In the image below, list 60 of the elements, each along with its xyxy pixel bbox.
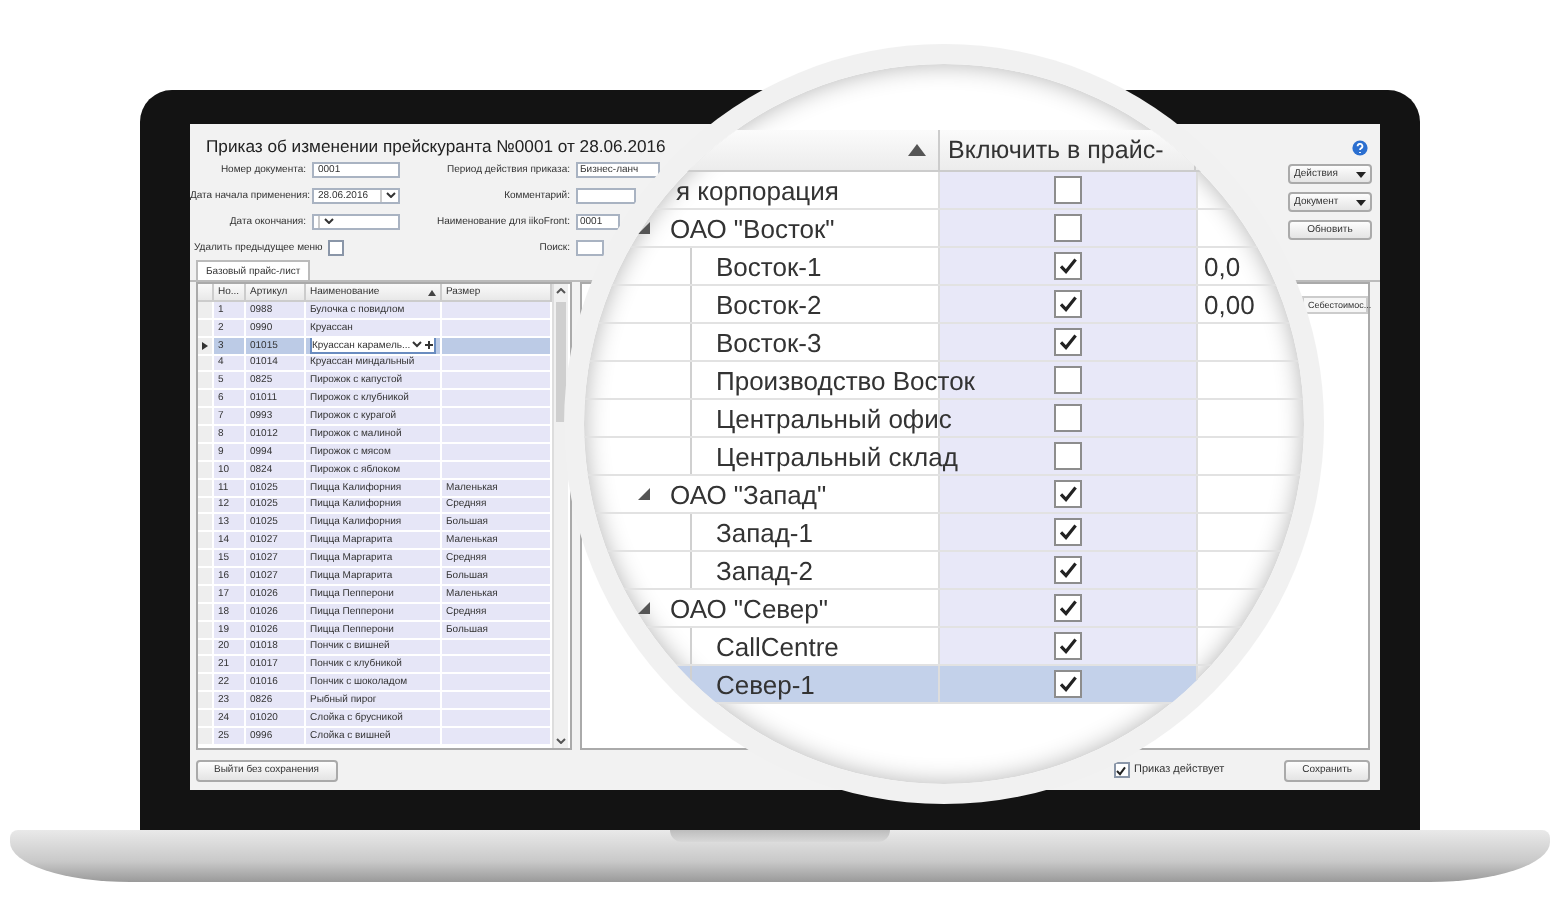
tree-node[interactable]: CallCentre	[716, 631, 839, 661]
checkbox[interactable]	[1054, 176, 1082, 204]
checkbox[interactable]	[1054, 632, 1082, 660]
checkbox[interactable]	[1054, 594, 1082, 622]
tree-node[interactable]: ОАО "Север"	[670, 593, 829, 623]
tree-node[interactable]: я корпорация	[676, 175, 839, 205]
checkbox[interactable]	[1054, 214, 1082, 242]
scrollbar[interactable]	[552, 284, 568, 748]
chevron-down-icon	[323, 218, 333, 224]
checkbox[interactable]	[1113, 762, 1130, 778]
dropdown-arrow-icon	[1356, 171, 1366, 177]
checkbox[interactable]	[1054, 252, 1082, 280]
table-cell	[442, 426, 552, 444]
tree-node[interactable]: Центральный склад	[716, 441, 958, 471]
checkbox[interactable]	[1054, 670, 1082, 698]
checkbox[interactable]	[1054, 404, 1082, 432]
tree-node[interactable]: ОАО "Запад"	[670, 479, 827, 509]
price-value: 0,00	[1204, 289, 1255, 319]
table-cell	[442, 372, 552, 391]
scroll-thumb[interactable]	[556, 302, 566, 422]
checkbox[interactable]	[1054, 290, 1082, 318]
table-cell	[442, 408, 552, 426]
checkbox[interactable]	[1054, 328, 1082, 356]
sort-up-icon	[428, 289, 436, 295]
table-cell	[442, 710, 552, 728]
tree-node[interactable]: Центральный офис	[716, 403, 952, 433]
tree-node[interactable]: Запад-1	[716, 517, 813, 547]
tree-node[interactable]: Производство Восток	[716, 365, 975, 395]
tree-node[interactable]: Восток-1	[716, 251, 822, 281]
chevron-down-icon	[412, 340, 422, 349]
chevron-down-icon	[385, 192, 395, 198]
input-field[interactable]	[576, 239, 604, 255]
checkbox[interactable]	[1054, 518, 1082, 546]
check-icon	[1116, 765, 1127, 775]
tree-node[interactable]: ОАО "Восток"	[670, 213, 835, 243]
input-field[interactable]	[576, 187, 636, 203]
dropdown-arrow-icon	[1356, 199, 1366, 205]
tree-node[interactable]: Восток-3	[716, 327, 822, 357]
tree-node[interactable]: Восток-2	[716, 289, 822, 319]
tree-expander-icon[interactable]	[636, 486, 652, 502]
tree-expander-icon[interactable]	[636, 600, 652, 616]
table-cell	[442, 674, 552, 693]
window-title: Приказ об изменении прейскуранта №0001 от 28.06.2016	[206, 136, 666, 156]
checkbox[interactable]	[1054, 480, 1082, 508]
table-cell	[442, 692, 552, 710]
scroll-down-icon	[556, 738, 566, 744]
checkbox[interactable]	[328, 239, 345, 255]
tree-node[interactable]: Запад-2	[716, 555, 813, 585]
plus-icon	[424, 340, 434, 351]
sort-up-icon	[908, 144, 926, 156]
checkbox[interactable]	[1054, 556, 1082, 584]
scroll-up-icon	[556, 288, 566, 294]
table-corner	[198, 284, 214, 302]
price-value: 0,0	[1204, 251, 1241, 281]
tree-expander-icon[interactable]	[636, 220, 652, 236]
table-cell	[442, 390, 552, 409]
help-icon	[1352, 140, 1368, 156]
checkbox[interactable]	[1054, 366, 1082, 394]
table-cell	[442, 656, 552, 675]
checkbox[interactable]	[1054, 442, 1082, 470]
